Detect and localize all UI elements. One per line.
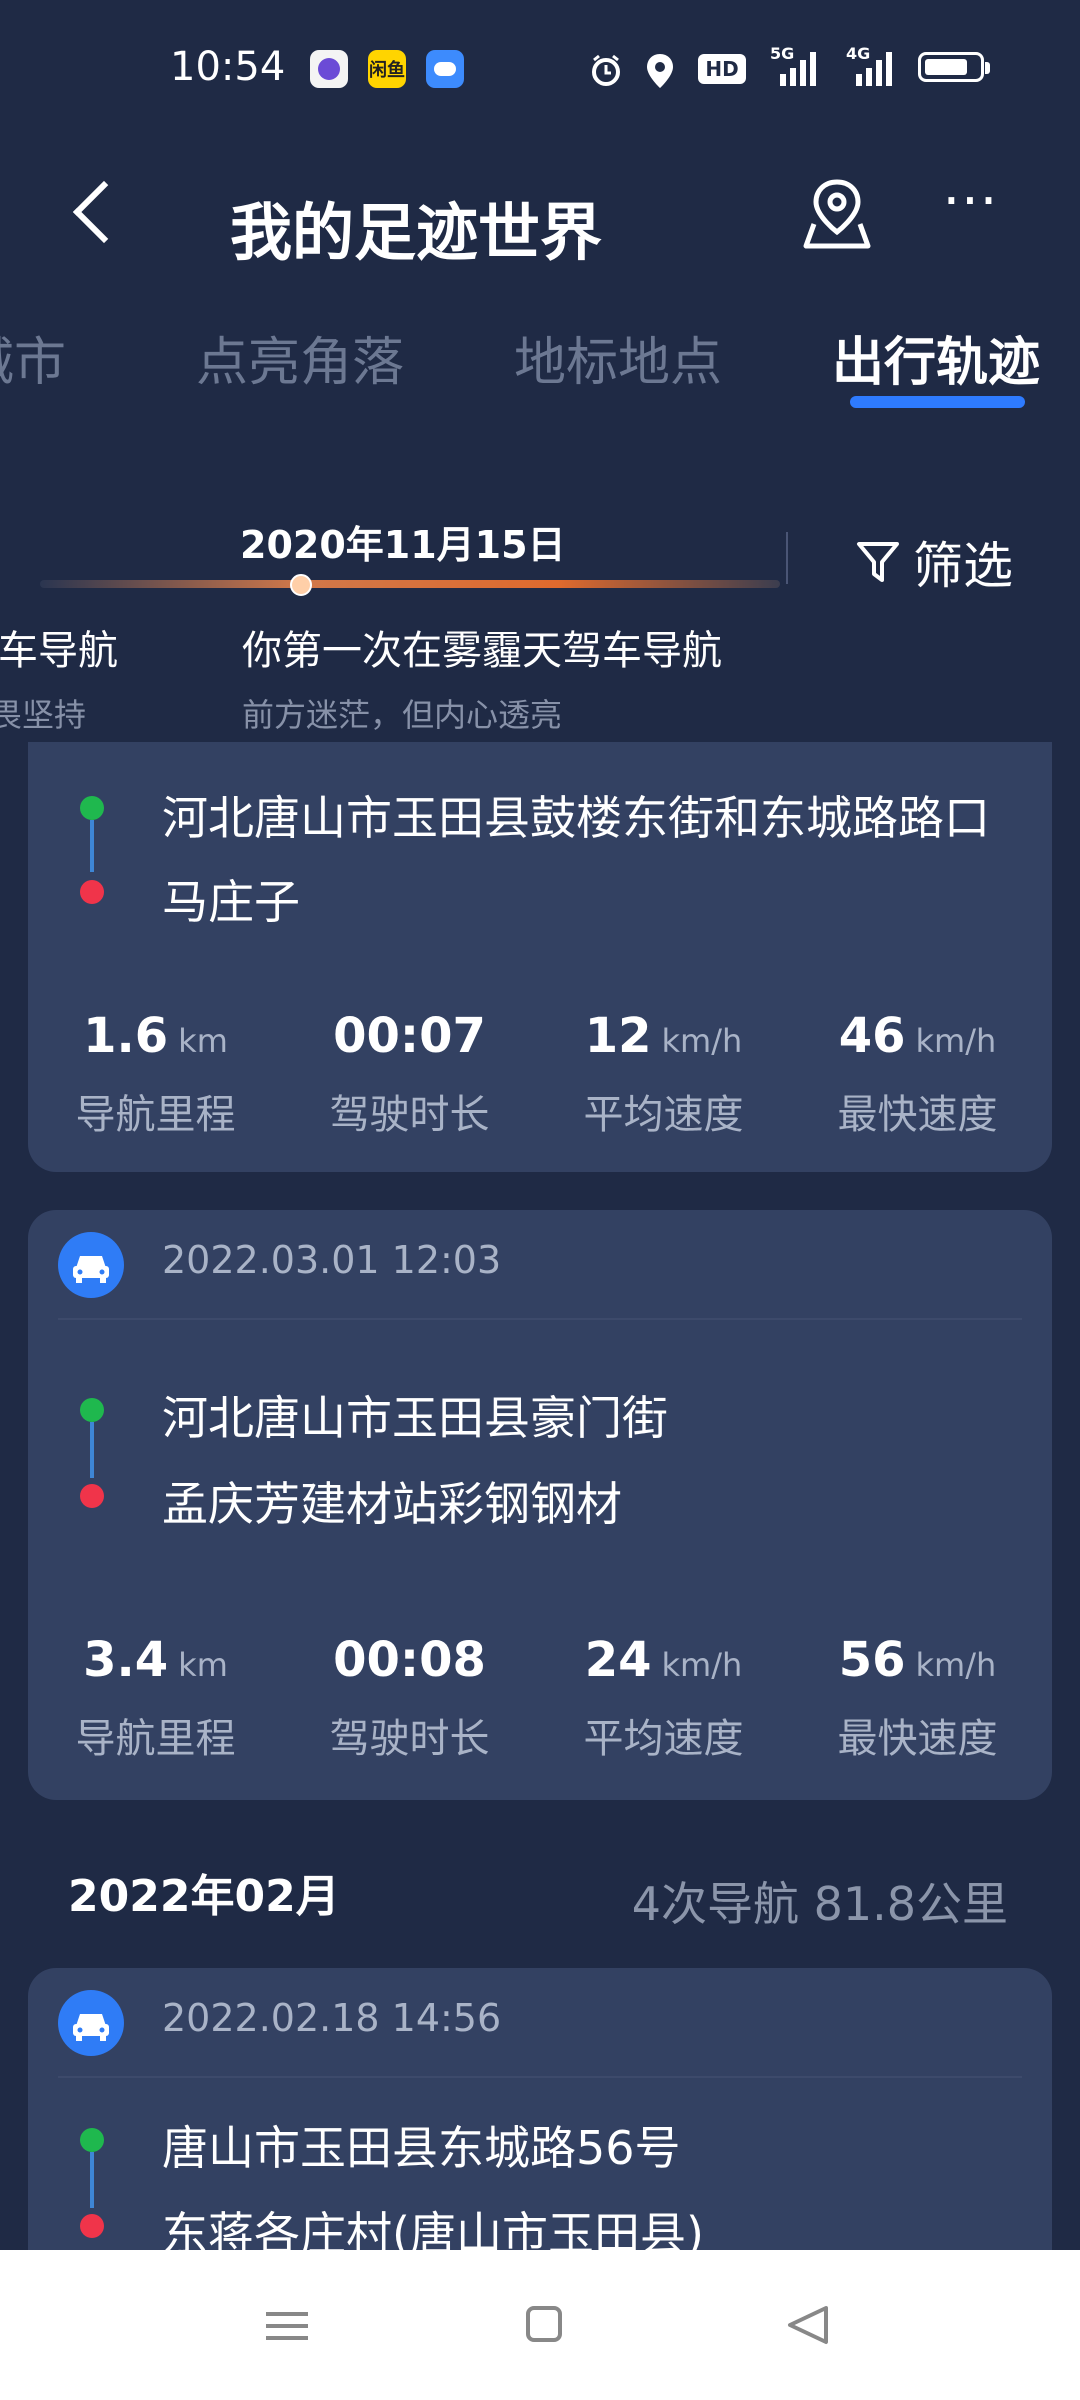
trip-card-header: 2022.03.01 12:03 (28, 1210, 1052, 1318)
filter-label: 筛选 (913, 537, 1013, 595)
4g-signal-icon: 4G (846, 44, 906, 86)
app-header: 我的足迹世界 ⋯ (0, 140, 1080, 300)
stat-distance: 1.6 km 导航里程 (75, 1008, 236, 1138)
category-tabs: 城市 点亮角落 地标地点 出行轨迹 (0, 310, 1080, 430)
timeline-date: 2020年11月15日 (240, 523, 566, 567)
car-icon (58, 1232, 124, 1298)
trip-card-header: 2022.02.18 14:56 (28, 1968, 1052, 2076)
end-point-icon (80, 2214, 104, 2238)
tab-travel-track[interactable]: 出行轨迹 (832, 320, 1040, 395)
active-tab-indicator (850, 396, 1025, 408)
achievement-subtitle: 前方迷茫，但内心透亮 (242, 696, 563, 734)
achievement-title: 驾车导航 (0, 628, 118, 674)
start-location: 唐山市玉田县东城路56号 (162, 2121, 681, 2175)
trip-route: 河北唐山市玉田县鼓楼东街和东城路路口 马庄子 (28, 762, 1052, 929)
hd-icon: HD (698, 54, 746, 84)
start-point-icon (80, 796, 104, 820)
more-dots-icon[interactable]: ⋯ (940, 172, 1000, 240)
divider (58, 1318, 1022, 1320)
timeline-achievement[interactable]: 你第一次在雾霾天驾车导航 前方迷茫，但内心透亮 (242, 618, 722, 736)
route-line (90, 2152, 94, 2208)
home-square-icon[interactable] (510, 2290, 590, 2360)
timeline-track[interactable] (40, 580, 780, 588)
stat-distance: 3.4 km 导航里程 (75, 1632, 236, 1762)
xianyu-app-icon: 闲鱼 (368, 50, 406, 88)
start-point-icon (80, 1398, 104, 1422)
tab-landmarks[interactable]: 地标地点 (514, 320, 722, 395)
trip-card[interactable]: 河北唐山市玉田县鼓楼东街和东城路路口 马庄子 1.6 km 导航里程 00:07 … (28, 742, 1052, 1172)
car-icon (58, 1990, 124, 2056)
trip-card[interactable]: 2022.02.18 14:56 唐山市玉田县东城路56号 东蒋各庄村(唐山市玉… (28, 1968, 1052, 2250)
timeline-header: 2020年11月15日 筛选 驾车导航 无畏坚持 你第一次在雾霾天驾车导航 前方… (0, 500, 1080, 734)
start-location: 河北唐山市玉田县鼓楼东街和东城路路口 (162, 791, 990, 845)
end-point-icon (80, 880, 104, 904)
start-point-icon (80, 2128, 104, 2152)
stat-duration: 00:07 驾驶时长 (329, 1008, 490, 1138)
alarm-icon (592, 54, 620, 86)
status-bar: 10:54 闲鱼 HD 5G 4G (0, 0, 1080, 140)
end-location: 孟庆芳建材站彩钢钢材 (162, 1477, 622, 1531)
trip-time: 2022.03.01 12:03 (162, 1238, 502, 1282)
menu-icon[interactable] (248, 2290, 328, 2360)
end-point-icon (80, 1484, 104, 1508)
back-triangle-icon[interactable] (770, 2290, 850, 2360)
trip-route: 唐山市玉田县东城路56号 东蒋各庄村(唐山市玉田县) (28, 2121, 1052, 2250)
filter-icon (857, 542, 899, 582)
trip-route: 河北唐山市玉田县豪门街 孟庆芳建材站彩钢钢材 (28, 1370, 1052, 1531)
timeline-marker[interactable] (290, 574, 312, 596)
end-location: 马庄子 (162, 875, 300, 929)
battery-level (925, 59, 967, 75)
trip-card[interactable]: 2022.03.01 12:03 河北唐山市玉田县豪门街 孟庆芳建材站彩钢钢材 … (28, 1210, 1052, 1800)
month-group-header: 2022年02月 4次导航 81.8公里 (0, 1850, 1080, 1940)
page-title: 我的足迹世界 (230, 196, 603, 269)
app-icon-purple (310, 50, 348, 88)
divider (58, 2076, 1022, 2078)
end-location: 东蒋各庄村(唐山市玉田县) (162, 2207, 704, 2250)
stat-max-speed: 56 km/h 最快速度 (837, 1632, 998, 1762)
month-summary: 4次导航 81.8公里 (631, 1877, 1008, 1931)
location-icon (647, 54, 673, 88)
trip-stats: 3.4 km 导航里程 00:08 驾驶时长 24 km/h 平均速度 56 km/h… (28, 1632, 1052, 1772)
status-time: 10:54 (170, 44, 286, 90)
divider (786, 532, 788, 584)
tab-light-corners[interactable]: 点亮角落 (196, 320, 404, 395)
filter-button[interactable]: 筛选 (855, 530, 1013, 595)
route-line (90, 1422, 94, 1478)
stat-avg-speed: 12 km/h 平均速度 (583, 1008, 744, 1138)
stat-max-speed: 46 km/h 最快速度 (837, 1008, 998, 1138)
stat-avg-speed: 24 km/h 平均速度 (583, 1632, 744, 1762)
map-pin-icon[interactable] (800, 174, 874, 254)
battery-icon (918, 52, 990, 82)
achievement-title: 你第一次在雾霾天驾车导航 (242, 628, 722, 674)
achievement-subtitle: 无畏坚持 (0, 696, 87, 734)
back-arrow-icon[interactable] (60, 172, 140, 252)
route-line (90, 820, 94, 872)
system-nav-bar (0, 2250, 1080, 2400)
timeline-achievement[interactable]: 驾车导航 无畏坚持 (0, 618, 118, 736)
stat-duration: 00:08 驾驶时长 (329, 1632, 490, 1762)
trip-stats: 1.6 km 导航里程 00:07 驾驶时长 12 km/h 平均速度 46 km/h… (28, 1008, 1052, 1148)
cloud-app-icon (426, 50, 464, 88)
start-location: 河北唐山市玉田县豪门街 (162, 1391, 668, 1445)
5g-signal-icon: 5G (770, 44, 830, 86)
month-title: 2022年02月 (68, 1871, 340, 1922)
tab-city[interactable]: 城市 (0, 320, 66, 395)
trip-time: 2022.02.18 14:56 (162, 1996, 502, 2040)
